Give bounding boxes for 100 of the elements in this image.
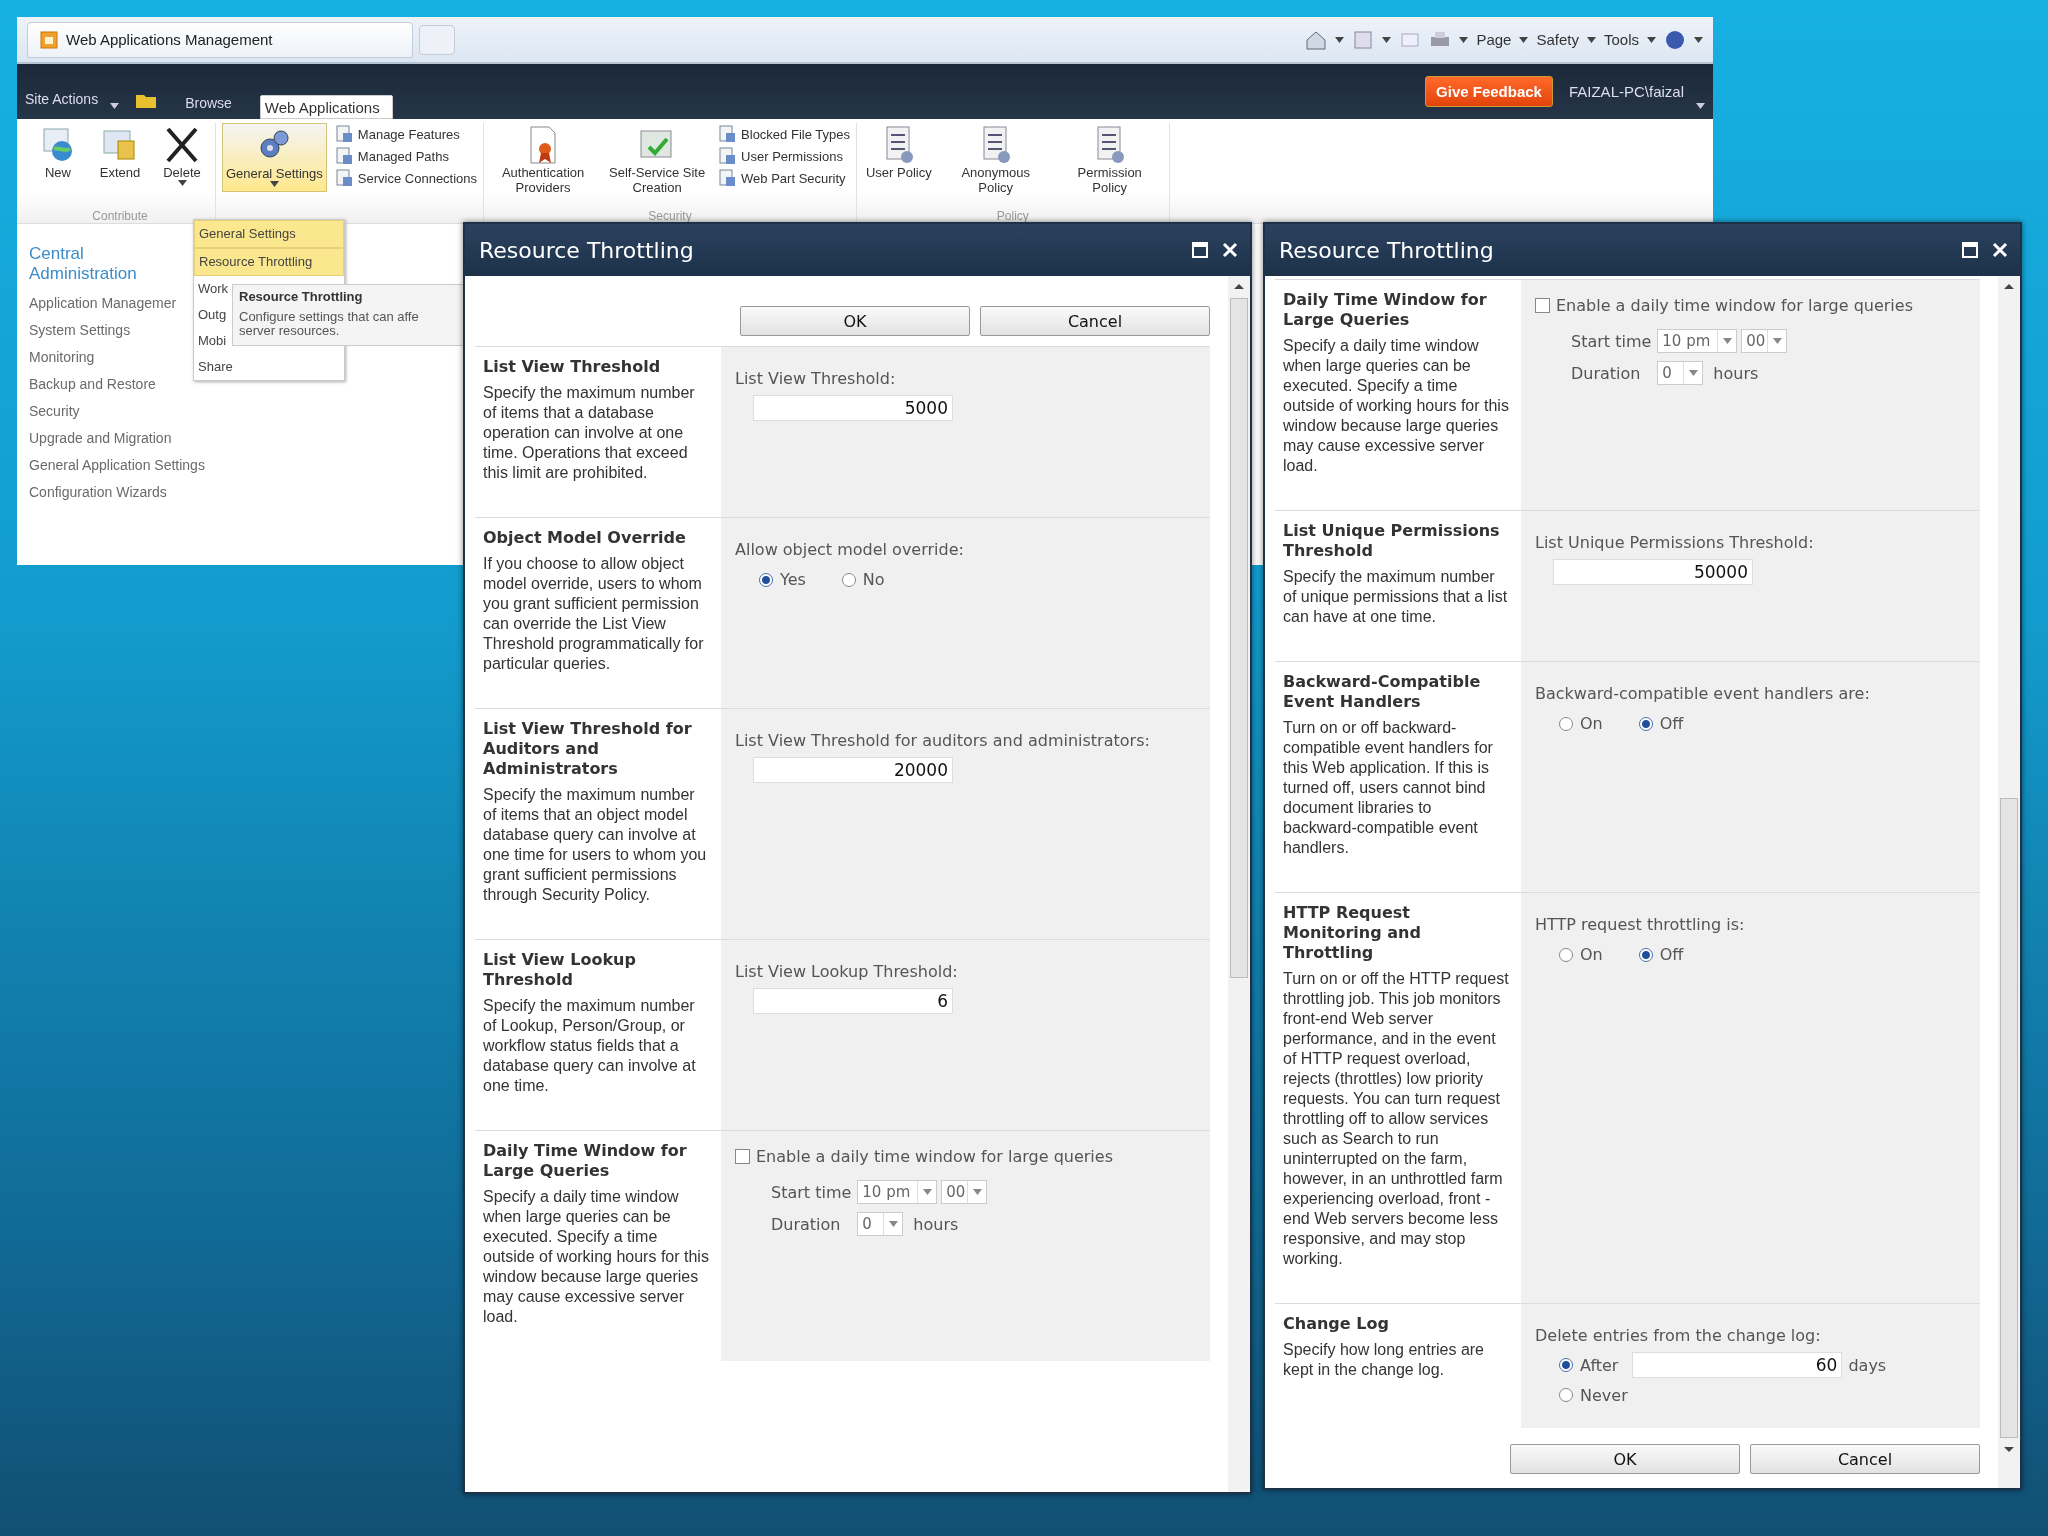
nav-link[interactable]: Security <box>29 403 209 419</box>
ribbon-button[interactable]: Web Part Security <box>718 169 850 187</box>
ribbon-button[interactable]: Managed Paths <box>334 147 478 165</box>
ribbon-button[interactable]: Permission Policy <box>1056 123 1163 195</box>
section-heading: Backward-Compatible Event Handlers <box>1283 672 1482 712</box>
section-heading: List View Threshold for Auditors and Administrators <box>483 719 693 779</box>
ok-button[interactable]: OK <box>1510 1444 1740 1474</box>
number-field[interactable]: 50000 <box>1553 559 1753 585</box>
radio-label[interactable]: No <box>862 570 885 589</box>
ribbon-button[interactable]: Anonymous Policy <box>942 123 1049 195</box>
ribbon-button[interactable]: Blocked File Types <box>718 125 850 143</box>
ribbon-button[interactable]: General Settings <box>222 123 327 192</box>
days-field[interactable]: 60 <box>1632 1352 1843 1378</box>
radio-button[interactable] <box>841 572 856 587</box>
radio-button[interactable] <box>1638 947 1653 962</box>
command-menu[interactable]: Page <box>1476 31 1512 48</box>
dialog-title: Resource Throttling <box>479 237 694 263</box>
minute-dropdown[interactable]: 00 <box>1741 329 1788 353</box>
ribbon-button[interactable]: Extend <box>93 123 147 180</box>
radio-button[interactable] <box>1559 1358 1573 1372</box>
checkbox[interactable] <box>1535 298 1550 313</box>
checkbox-label[interactable]: Enable a daily time window for large queries <box>1556 296 1913 315</box>
radio-button[interactable] <box>759 572 773 587</box>
section-heading: List View Lookup Threshold <box>483 950 637 990</box>
ribbon-button[interactable]: User Policy <box>862 123 935 180</box>
radio-label[interactable]: After <box>1580 1355 1619 1375</box>
ribbon-button[interactable]: New <box>31 123 85 180</box>
radio-button[interactable] <box>1638 716 1653 731</box>
caret-icon <box>1647 36 1656 43</box>
user-menu[interactable]: FAIZAL-PC\faizal <box>1568 83 1684 100</box>
close-icon[interactable] <box>1992 242 2008 258</box>
duration-dropdown[interactable]: 0 <box>1657 361 1704 385</box>
minute-dropdown[interactable]: 00 <box>941 1180 988 1204</box>
dialog-title: Resource Throttling <box>1279 237 1494 263</box>
checkbox[interactable] <box>735 1149 750 1164</box>
field-label: List View Threshold for auditors and administrators: <box>735 731 1151 751</box>
command-menu[interactable]: Safety <box>1536 31 1579 48</box>
document-icon <box>718 169 737 187</box>
scroll-up-icon[interactable] <box>1233 282 1245 290</box>
section-heading: Daily Time Window for Large Queries <box>483 1141 688 1181</box>
scrollbar[interactable] <box>1998 276 2020 1488</box>
ribbon-button[interactable]: Manage Features <box>334 125 478 143</box>
nav-link[interactable]: Configuration Wizards <box>29 484 209 500</box>
radio-button[interactable] <box>1559 1388 1573 1402</box>
field-label: Allow object model override: <box>735 540 965 560</box>
scroll-down-icon[interactable] <box>2003 1446 2015 1454</box>
radio-label[interactable]: On <box>1580 945 1603 964</box>
duration-dropdown[interactable]: 0 <box>857 1212 904 1236</box>
caret-icon <box>110 103 120 109</box>
duration-label: Duration <box>771 1214 842 1234</box>
scrollbar[interactable] <box>1228 276 1250 1492</box>
number-field[interactable]: 5000 <box>753 395 953 421</box>
radio-button[interactable] <box>1559 716 1573 731</box>
maximize-icon[interactable] <box>1192 242 1208 258</box>
ribbon-button[interactable]: Authentication Providers <box>490 123 597 195</box>
radio-label[interactable]: Never <box>1580 1385 1628 1405</box>
menu-item[interactable]: General Settings <box>194 220 344 248</box>
section-description: Turn on or off the HTTP request throttling job. This job monitors front-end Web server performance, and in the event of HTTP request overload, rejects (throttles) low priority requests. You can turn request throttling off to allow services such as Search to run uninterrupted on the farm, however, in an unthrottled farm experiencing overload, front -end Web servers become less responsive, and may stop working. <box>1283 969 1509 1269</box>
radio-label[interactable]: Off <box>1659 945 1684 964</box>
scroll-up-icon[interactable] <box>2003 282 2015 290</box>
ribbon-tab[interactable]: Browse <box>173 87 244 119</box>
radio-label[interactable]: On <box>1580 714 1603 733</box>
nav-heading[interactable]: Central Administration <box>29 244 169 284</box>
section-heading: HTTP Request Monitoring and Throttling <box>1283 903 1422 963</box>
number-field[interactable]: 6 <box>753 988 953 1014</box>
group-label: Policy <box>995 209 1030 223</box>
browser-tab[interactable]: Web Applications Management <box>27 21 413 58</box>
field-label: Backward-compatible event handlers are: <box>1535 684 1871 704</box>
page-icon <box>40 30 58 49</box>
start-time-label: Start time <box>1571 331 1652 351</box>
nav-link[interactable]: General Application Settings <box>29 457 209 473</box>
hour-dropdown[interactable]: 10 pm <box>857 1180 938 1204</box>
group-label: Contribute <box>91 209 149 223</box>
command-menu[interactable]: Tools <box>1603 31 1639 48</box>
section-heading: List View Threshold <box>483 357 662 377</box>
radio-label[interactable]: Off <box>1659 714 1684 733</box>
checkbox-label[interactable]: Enable a daily time window for large queries <box>756 1147 1113 1166</box>
caret-icon <box>1772 338 1782 344</box>
number-field[interactable]: 20000 <box>753 757 953 783</box>
ribbon-tab[interactable]: Web Applications <box>259 95 393 119</box>
nav-link[interactable]: Upgrade and Migration <box>29 430 209 446</box>
caret-icon <box>1688 370 1698 376</box>
maximize-icon[interactable] <box>1962 242 1978 258</box>
ribbon-button[interactable]: Self-Service Site Creation <box>604 123 711 195</box>
close-icon[interactable] <box>1222 242 1238 258</box>
cancel-button[interactable]: Cancel <box>1750 1444 1980 1474</box>
ribbon-button[interactable]: Service Connections <box>334 169 478 187</box>
radio-button[interactable] <box>1559 947 1573 962</box>
section-heading: Daily Time Window for Large Queries <box>1283 290 1488 330</box>
section-heading: Change Log <box>1283 1314 1390 1334</box>
caret-icon <box>1519 36 1529 43</box>
ribbon-button[interactable]: Delete <box>155 123 209 186</box>
site-actions-menu[interactable]: Site Actions <box>25 91 99 119</box>
field-label: List View Threshold: <box>735 369 897 389</box>
ribbon-button[interactable]: User Permissions <box>718 147 850 165</box>
cancel-button[interactable]: Cancel <box>980 306 1210 336</box>
hour-dropdown[interactable]: 10 pm <box>1657 329 1738 353</box>
ok-button[interactable]: OK <box>740 306 970 336</box>
menu-item[interactable]: Resource Throttling <box>194 248 344 276</box>
radio-label[interactable]: Yes <box>780 570 806 589</box>
